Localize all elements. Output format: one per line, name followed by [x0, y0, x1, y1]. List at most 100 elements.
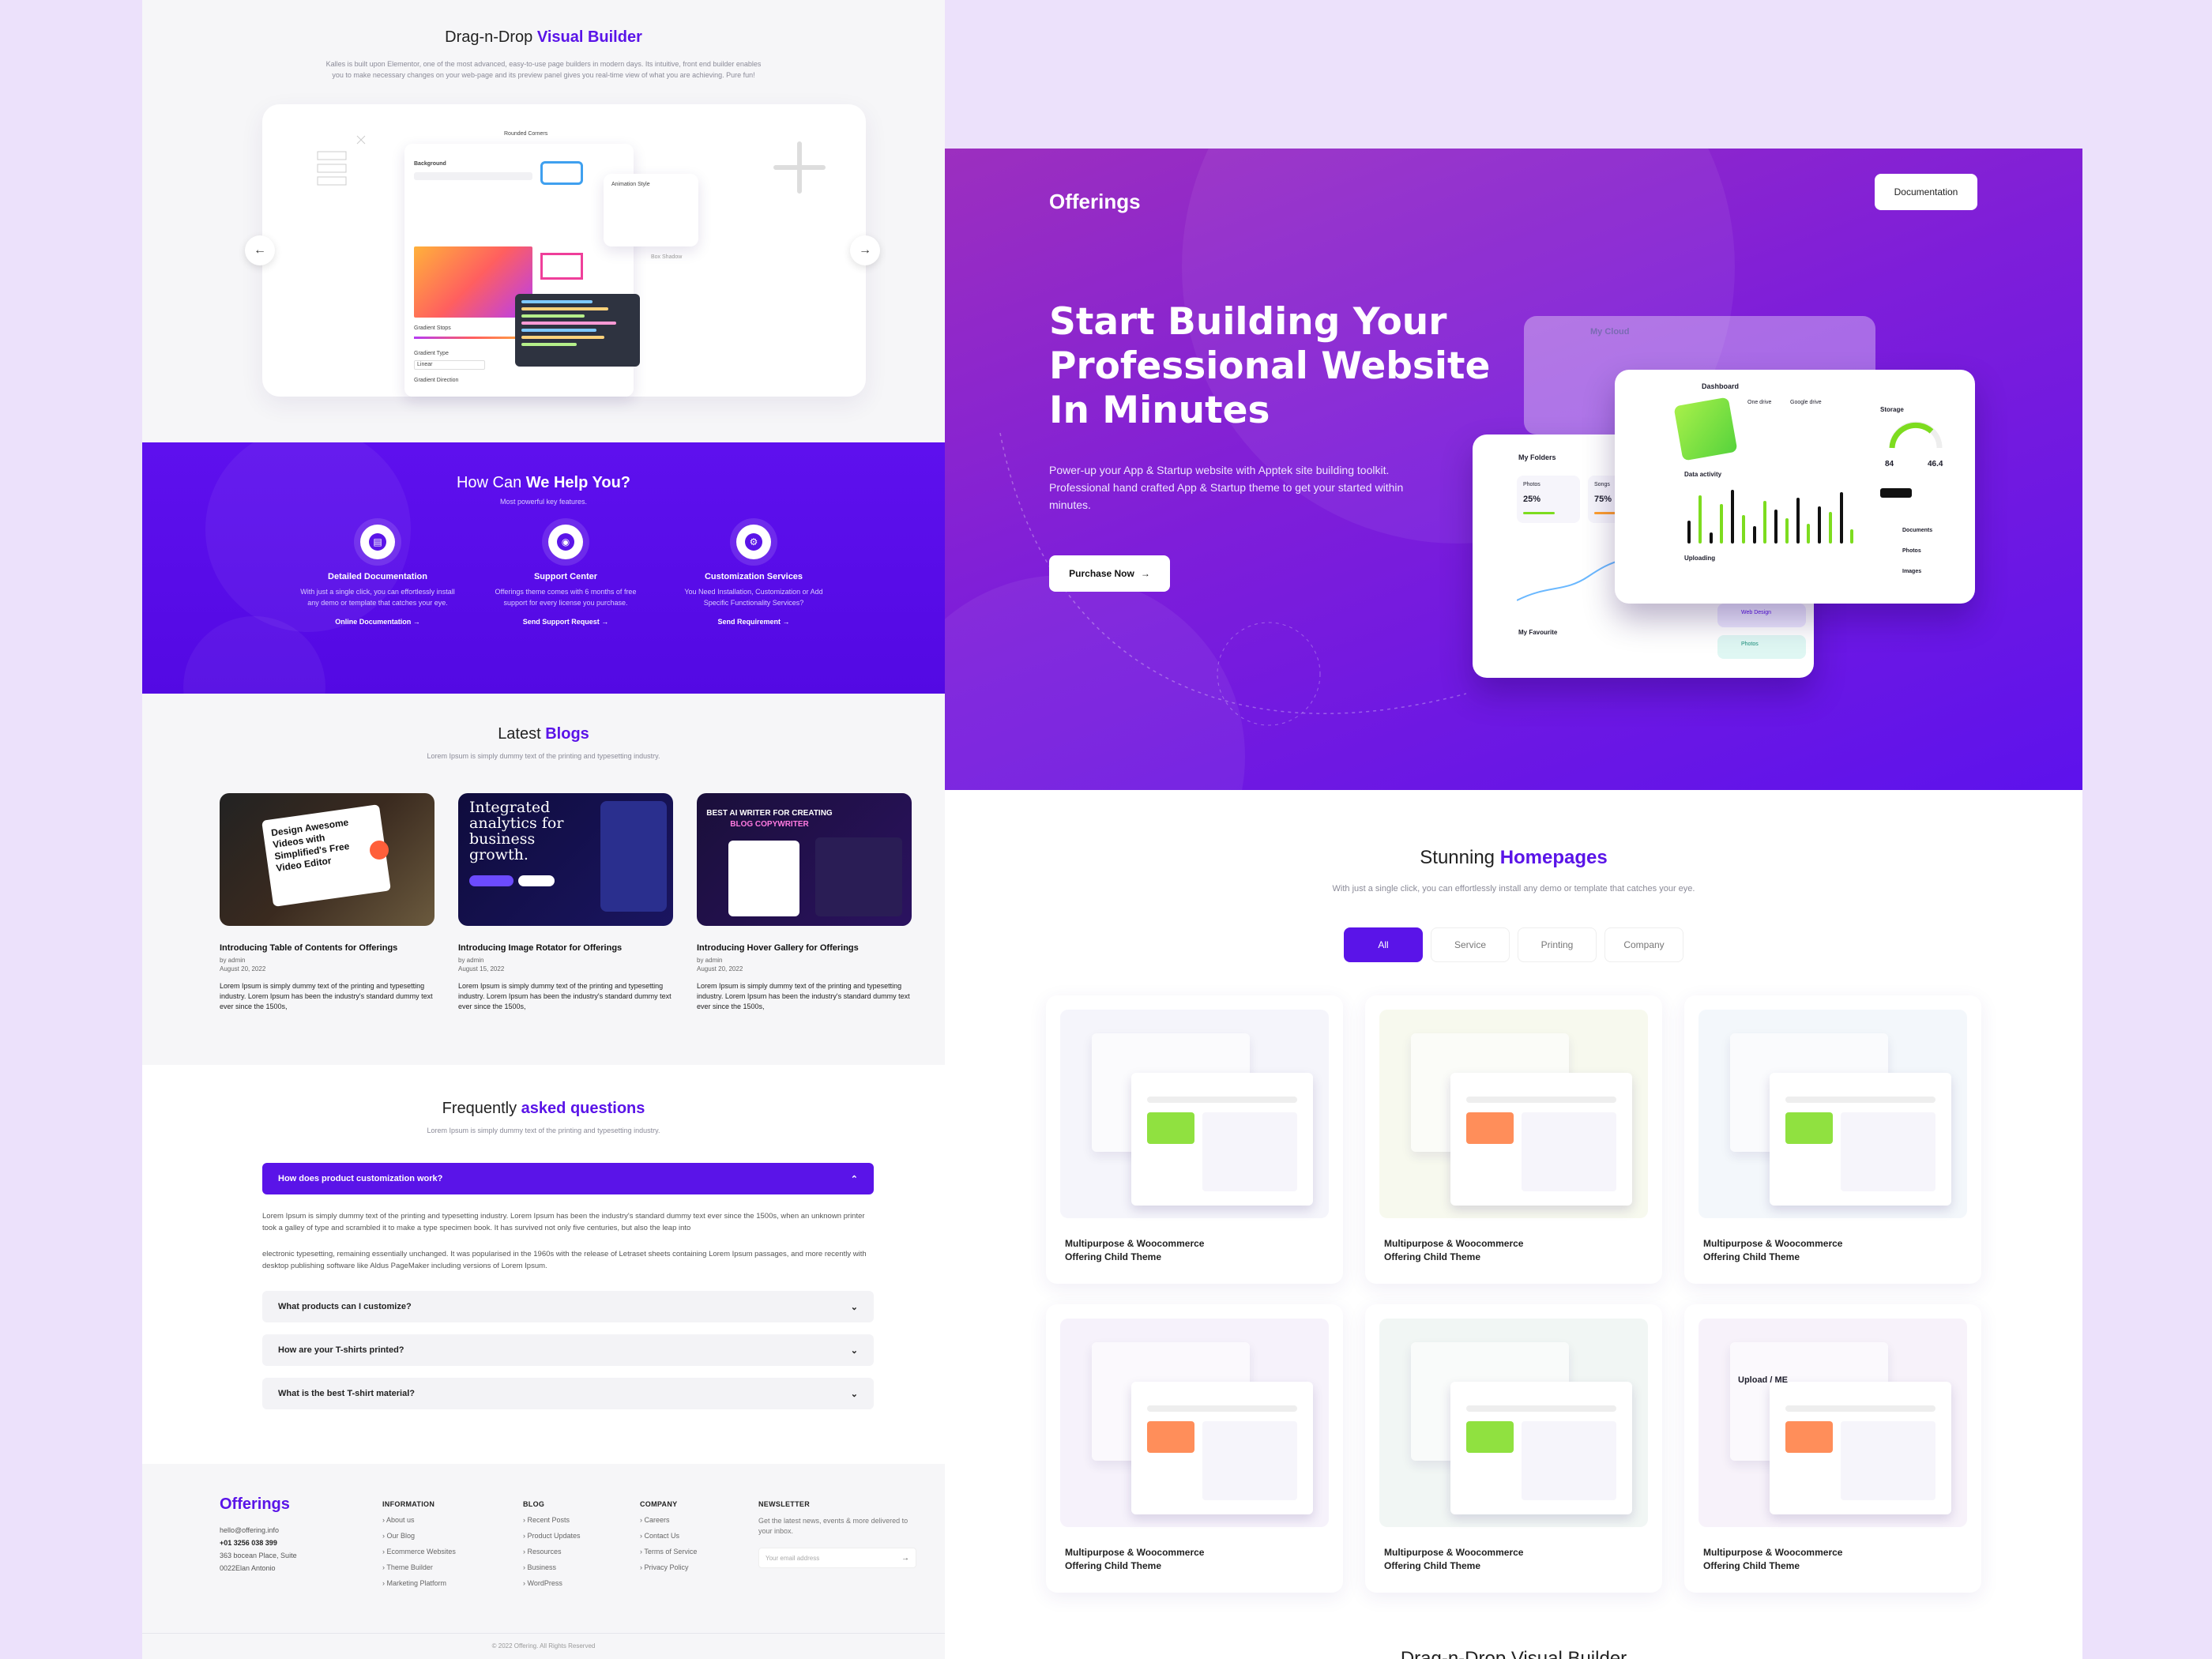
faq-question[interactable]: How are your T-shirts printed? ⌄ [262, 1334, 874, 1366]
footer-link[interactable]: › Resources [523, 1548, 581, 1556]
homepage-demo-card[interactable]: Multipurpose & Woocommerce Offering Child… [1365, 1304, 1662, 1593]
hero-section: Offerings Documentation Start Building Y… [945, 149, 2082, 790]
title-plain: Frequently [442, 1100, 521, 1117]
footer-link[interactable]: › Terms of Service [640, 1548, 697, 1556]
background-type-switcher[interactable] [414, 172, 532, 180]
border-demo[interactable] [540, 253, 583, 280]
footer-link[interactable]: › WordPress [523, 1579, 581, 1587]
demo-thumbnail[interactable] [1379, 1010, 1648, 1218]
builder-preview-card: Rounded Corners Background Gradient Stop… [262, 104, 866, 397]
homepage-demo-card[interactable]: Multipurpose & Woocommerce Offering Child… [1684, 995, 1981, 1284]
send-arrow-icon[interactable]: → [901, 1554, 909, 1563]
demo-label[interactable]: Multipurpose & Woocommerce Offering Child… [1065, 1546, 1204, 1573]
demo-label-line-2: Offering Child Theme [1384, 1560, 1481, 1571]
help-feature-desc: With just a single click, you can effort… [300, 588, 455, 607]
folder-name: Photos [1523, 482, 1540, 487]
rounded-corner-demo[interactable] [540, 161, 583, 185]
documentation-button[interactable]: Documentation [1875, 174, 1977, 210]
faq-question[interactable]: What products can I customize? ⌄ [262, 1291, 874, 1322]
footer-link[interactable]: › Ecommerce Websites [382, 1548, 456, 1556]
help-feature-link[interactable]: Send Requirement → [675, 618, 833, 626]
footer-link[interactable]: › Our Blog [382, 1532, 456, 1540]
footer-link[interactable]: › About us [382, 1516, 456, 1524]
footer-email[interactable]: hello@offering.info [220, 1524, 297, 1537]
help-subtitle: Most powerful key features. [499, 498, 588, 506]
footer-link[interactable]: › Privacy Policy [640, 1563, 697, 1571]
tab-company[interactable]: Company [1604, 927, 1683, 962]
demo-label[interactable]: Multipurpose & Woocommerce Offering Child… [1065, 1237, 1204, 1264]
blog-card[interactable]: BEST AI WRITER FOR CREATING BLOG COPYWRI… [697, 793, 912, 1012]
footer-column-heading: BLOG [523, 1500, 545, 1508]
tab-all[interactable]: All [1344, 927, 1423, 962]
tab-service[interactable]: Service [1431, 927, 1510, 962]
footer-column: COMPANY › Careers › Contact Us › Terms of S… [640, 1500, 697, 1571]
help-icon-wrap: ◉ [548, 525, 583, 559]
homepage-demo-card[interactable]: Multipurpose & Woocommerce Offering Child… [1046, 995, 1343, 1284]
blog-card[interactable]: Design Awesome Videos with Simplified's … [220, 793, 434, 1012]
next-section-title-peek: Drag-n-Drop Visual Builder [1400, 1648, 1627, 1659]
footer-link-label: Terms of Service [644, 1548, 698, 1556]
footer-link[interactable]: › Careers [640, 1516, 697, 1524]
help-feature-title: Detailed Documentation [328, 572, 427, 581]
blog-card[interactable]: Integrated analytics for business growth… [458, 793, 673, 1012]
footer-link[interactable]: › Theme Builder [382, 1563, 456, 1571]
blog-excerpt: Lorem Ipsum is simply dummy text of the … [458, 982, 672, 1010]
help-feature-desc: You Need Installation, Customization or … [684, 588, 823, 607]
footer-phone[interactable]: +01 3256 038 399 [220, 1537, 297, 1549]
demo-label-line-2: Offering Child Theme [1703, 1560, 1800, 1571]
help-feature-link[interactable]: Send Support Request → [487, 618, 645, 626]
carousel-next-button[interactable]: → [850, 235, 880, 265]
demo-thumbnail[interactable] [1379, 1319, 1648, 1527]
footer-logo[interactable]: Offerings [220, 1495, 290, 1514]
photos-chip[interactable]: Photos [1717, 635, 1806, 659]
blog-title[interactable]: Introducing Image Rotator for Offerings [458, 943, 673, 953]
footer-link[interactable]: › Business [523, 1563, 581, 1571]
demo-thumbnail[interactable] [1698, 1010, 1967, 1218]
carousel-prev-button[interactable]: ← [245, 235, 275, 265]
demo-label[interactable]: Multipurpose & Woocommerce Offering Child… [1384, 1237, 1523, 1264]
blog-title[interactable]: Introducing Hover Gallery for Offerings [697, 943, 912, 953]
homepage-demo-card[interactable]: Multipurpose & Woocommerce Offering Child… [1046, 1304, 1343, 1593]
demo-label[interactable]: Multipurpose & Woocommerce Offering Child… [1703, 1546, 1842, 1573]
purchase-now-button[interactable]: Purchase Now → [1049, 555, 1170, 592]
document-icon: ▤ [369, 533, 386, 551]
blog-author[interactable]: by admin [458, 956, 673, 965]
newsletter-input[interactable]: Your email address → [758, 1548, 916, 1568]
footer-link-label: Resources [527, 1548, 562, 1556]
folder-card[interactable]: Photos 25% [1517, 476, 1580, 523]
help-feature-link[interactable]: Online Documentation → [299, 618, 457, 626]
blog-author[interactable]: by admin [697, 956, 912, 965]
faq-question[interactable]: What is the best T-shirt material? ⌄ [262, 1378, 874, 1409]
blog-author[interactable]: by admin [220, 956, 434, 965]
hero-logo[interactable]: Offerings [1049, 190, 1141, 214]
desc-line-2: you to make necessary changes on your we… [332, 71, 755, 79]
footer-link[interactable]: › Product Updates [523, 1532, 581, 1540]
demo-thumbnail[interactable] [1060, 1319, 1329, 1527]
help-icon-wrap: ⚙ [736, 525, 771, 559]
upgrade-button[interactable] [1880, 488, 1912, 498]
footer-link[interactable]: › Contact Us [640, 1532, 697, 1540]
demo-thumbnail[interactable] [1060, 1010, 1329, 1218]
footer-column: BLOG › Recent Posts › Product Updates › Res… [523, 1500, 581, 1587]
activity-bar [1731, 489, 1734, 544]
blog-thumbnail[interactable]: BEST AI WRITER FOR CREATING BLOG COPYWRI… [697, 793, 912, 926]
homepage-demo-card[interactable]: Multipurpose & Woocommerce Offering Child… [1365, 995, 1662, 1284]
storage-stat-1: 84 [1885, 460, 1894, 468]
faq-question-text: How are your T-shirts printed? [278, 1345, 404, 1355]
tab-printing[interactable]: Printing [1518, 927, 1597, 962]
folder-percent: 75% [1594, 495, 1612, 504]
web-design-chip[interactable]: Web Design [1717, 604, 1806, 627]
blog-title[interactable]: Introducing Table of Contents for Offeri… [220, 943, 434, 953]
faq-question-open[interactable]: How does product customization work? ⌃ [262, 1163, 874, 1194]
demo-thumbnail[interactable]: Upload / ME [1698, 1319, 1967, 1527]
homepage-demo-card[interactable]: Upload / ME Multipurpose & Woocommerce Of… [1684, 1304, 1981, 1593]
footer-link[interactable]: › Marketing Platform [382, 1579, 456, 1587]
gradient-type-label: Gradient Type [414, 351, 449, 356]
gradient-type-select[interactable]: Linear [414, 360, 485, 370]
footer-link[interactable]: › Recent Posts [523, 1516, 581, 1524]
demo-label[interactable]: Multipurpose & Woocommerce Offering Child… [1703, 1237, 1842, 1264]
demo-label[interactable]: Multipurpose & Woocommerce Offering Child… [1384, 1546, 1523, 1573]
blog-thumbnail[interactable]: Integrated analytics for business growth… [458, 793, 673, 926]
blog-thumbnail[interactable]: Design Awesome Videos with Simplified's … [220, 793, 434, 926]
title-accent: Blogs [545, 725, 589, 743]
